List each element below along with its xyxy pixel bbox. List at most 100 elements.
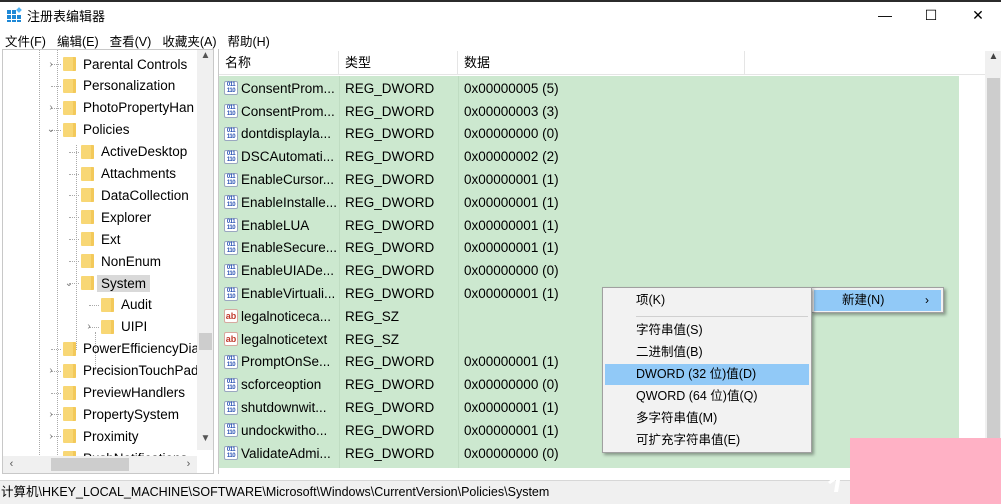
scroll-left-arrow-icon[interactable]: ‹ [3, 456, 20, 473]
menu-favorites[interactable]: 收藏夹(A) [157, 29, 222, 49]
list-row[interactable]: 011 110 EnableLUA REG_DWORD 0x00000001 (1) [219, 214, 745, 237]
close-button[interactable]: ✕ [955, 2, 1001, 28]
expand-chevron-icon[interactable]: › [83, 321, 95, 332]
value-type: REG_SZ [345, 308, 400, 324]
tree-vertical-scroll-thumb[interactable] [199, 333, 212, 350]
dword-value-icon: 011 110 [224, 423, 238, 438]
value-name: DSCAutomati... [241, 149, 335, 165]
column-header-name[interactable]: 名称 [219, 51, 339, 75]
value-data: 0x00000003 (3) [464, 103, 559, 119]
tree-item[interactable]: Audit [83, 294, 152, 316]
submenu-item-key[interactable]: 项(K) [605, 290, 809, 311]
tree-item-label: NonEnum [101, 253, 162, 269]
submenu-item-binary-value[interactable]: 二进制值(B) [605, 342, 809, 363]
maximize-button[interactable]: ☐ [908, 2, 954, 28]
list-vertical-scroll-thumb[interactable] [987, 78, 1000, 468]
tree-item[interactable]: Personalization [45, 75, 175, 97]
context-menu: 新建(N) › [811, 287, 944, 313]
tree-item-label: Ext [101, 231, 121, 247]
expand-chevron-icon[interactable]: › [45, 365, 57, 376]
tree-item[interactable]: Explorer [63, 206, 151, 228]
scroll-right-arrow-icon[interactable]: › [180, 456, 197, 473]
tree-item[interactable]: › Proximity [45, 425, 138, 447]
menu-file[interactable]: 文件(F) [0, 29, 52, 49]
collapse-chevron-icon[interactable]: ⌄ [45, 124, 57, 135]
value-name-cell: 011 110 EnableLUA [224, 218, 339, 233]
tree-item[interactable]: PreviewHandlers [45, 382, 185, 404]
watermark-overlay [850, 438, 1001, 504]
scroll-up-arrow-icon[interactable]: ▲ [197, 50, 213, 67]
menu-edit[interactable]: 编辑(E) [52, 29, 105, 49]
tree-item[interactable]: Ext [63, 228, 121, 250]
value-name-cell: 011 110 PromptOnSe... [224, 354, 339, 369]
value-name: legalnoticetext [241, 331, 328, 347]
tree-item-label: Explorer [101, 209, 152, 225]
value-type: REG_DWORD [345, 172, 435, 188]
scroll-down-arrow-icon[interactable]: ▼ [197, 433, 213, 450]
value-name: legalnoticeca... [241, 308, 332, 324]
expand-chevron-icon[interactable]: › [45, 431, 57, 442]
list-row[interactable]: 011 110 ConsentProm... REG_DWORD 0x00000003… [219, 100, 745, 123]
list-row[interactable]: 011 110 EnableSecure... REG_DWORD 0x0000000… [219, 237, 745, 260]
tree-item[interactable]: › PropertySystem [45, 403, 179, 425]
tree-item[interactable]: Attachments [63, 163, 176, 185]
submenu-item-multi-string-value[interactable]: 多字符串值(M) [605, 408, 809, 429]
tree-item[interactable]: › UIPI [83, 316, 147, 338]
submenu-item-dword-value[interactable]: DWORD (32 位)值(D) [605, 364, 809, 385]
context-menu-new[interactable]: 新建(N) › [814, 290, 941, 311]
expand-chevron-icon[interactable]: › [45, 59, 57, 70]
tree-item[interactable]: ActiveDesktop [63, 141, 187, 163]
column-header-type[interactable]: 类型 [339, 51, 458, 75]
expand-chevron-icon[interactable]: › [45, 102, 57, 113]
tree-item-label: PhotoPropertyHan [83, 100, 195, 116]
value-name: EnableVirtuali... [241, 286, 336, 302]
tree-item[interactable]: ⌄ Policies [45, 119, 130, 141]
list-row[interactable]: 011 110 DSCAutomati... REG_DWORD 0x00000002… [219, 145, 745, 168]
submenu-item-expandable-string-value[interactable]: 可扩充字符串值(E) [605, 430, 809, 451]
value-name: dontdisplayla... [241, 126, 332, 142]
list-vertical-scrollbar[interactable]: ▲ [985, 51, 1001, 468]
tree-horizontal-scrollbar[interactable]: ‹ › [3, 456, 197, 473]
expand-chevron-icon[interactable]: › [45, 409, 57, 420]
value-type: REG_DWORD [345, 263, 435, 279]
tree-item[interactable]: › PrecisionTouchPad [45, 360, 199, 382]
value-type: REG_SZ [345, 331, 400, 347]
folder-icon [79, 275, 96, 291]
value-name: EnableSecure... [241, 240, 338, 256]
tree-item[interactable]: › Parental Controls [45, 53, 187, 75]
value-name: ConsentProm... [241, 103, 335, 119]
submenu-item-qword-value[interactable]: QWORD (64 位)值(Q) [605, 386, 809, 407]
value-type: REG_DWORD [345, 240, 435, 256]
value-type: REG_DWORD [345, 354, 435, 370]
tree-item-label: PrecisionTouchPad [83, 363, 199, 379]
collapse-chevron-icon[interactable]: ⌄ [63, 278, 75, 289]
value-data: 0x00000001 (1) [464, 400, 559, 416]
list-row[interactable]: 011 110 EnableUIADe... REG_DWORD 0x00000000… [219, 259, 745, 282]
registry-key-tree: › Parental Controls Personalization › PhotoP… [2, 49, 214, 474]
tree-item[interactable]: NonEnum [63, 250, 161, 272]
list-row[interactable]: 011 110 dontdisplayla... REG_DWORD 0x000000… [219, 123, 745, 146]
tree-horizontal-scroll-thumb[interactable] [51, 458, 129, 471]
tree-item[interactable]: › PhotoPropertyHan [45, 97, 194, 119]
tree-item[interactable]: PowerEfficiencyDia [45, 338, 199, 360]
tree-item[interactable]: ⌄ System [63, 272, 151, 294]
list-row[interactable]: 011 110 ConsentProm... REG_DWORD 0x00000005… [219, 77, 745, 100]
folder-icon [61, 56, 78, 72]
menu-help[interactable]: 帮助(H) [222, 29, 275, 49]
scroll-up-arrow-icon[interactable]: ▲ [985, 51, 1001, 68]
tree-vertical-scrollbar[interactable]: ▲ ▼ [197, 50, 213, 450]
list-row[interactable]: 011 110 EnableInstalle... REG_DWORD 0x00000… [219, 191, 745, 214]
column-header-data[interactable]: 数据 [458, 51, 745, 75]
list-row[interactable]: 011 110 EnableCursor... REG_DWORD 0x0000000… [219, 168, 745, 191]
value-name: shutdownwit... [241, 400, 327, 416]
submenu-item-string-value[interactable]: 字符串值(S) [605, 320, 809, 341]
folder-icon [61, 363, 78, 379]
tree-item[interactable]: DataCollection [63, 184, 189, 206]
string-value-icon: ab [224, 332, 238, 347]
menu-view[interactable]: 查看(V) [105, 29, 158, 49]
minimize-button[interactable]: — [862, 2, 908, 28]
value-data: 0x00000001 (1) [464, 172, 559, 188]
value-name-cell: ab legalnoticeca... [224, 309, 339, 324]
dword-value-icon: 011 110 [224, 126, 238, 141]
dword-value-icon: 011 110 [224, 149, 238, 164]
